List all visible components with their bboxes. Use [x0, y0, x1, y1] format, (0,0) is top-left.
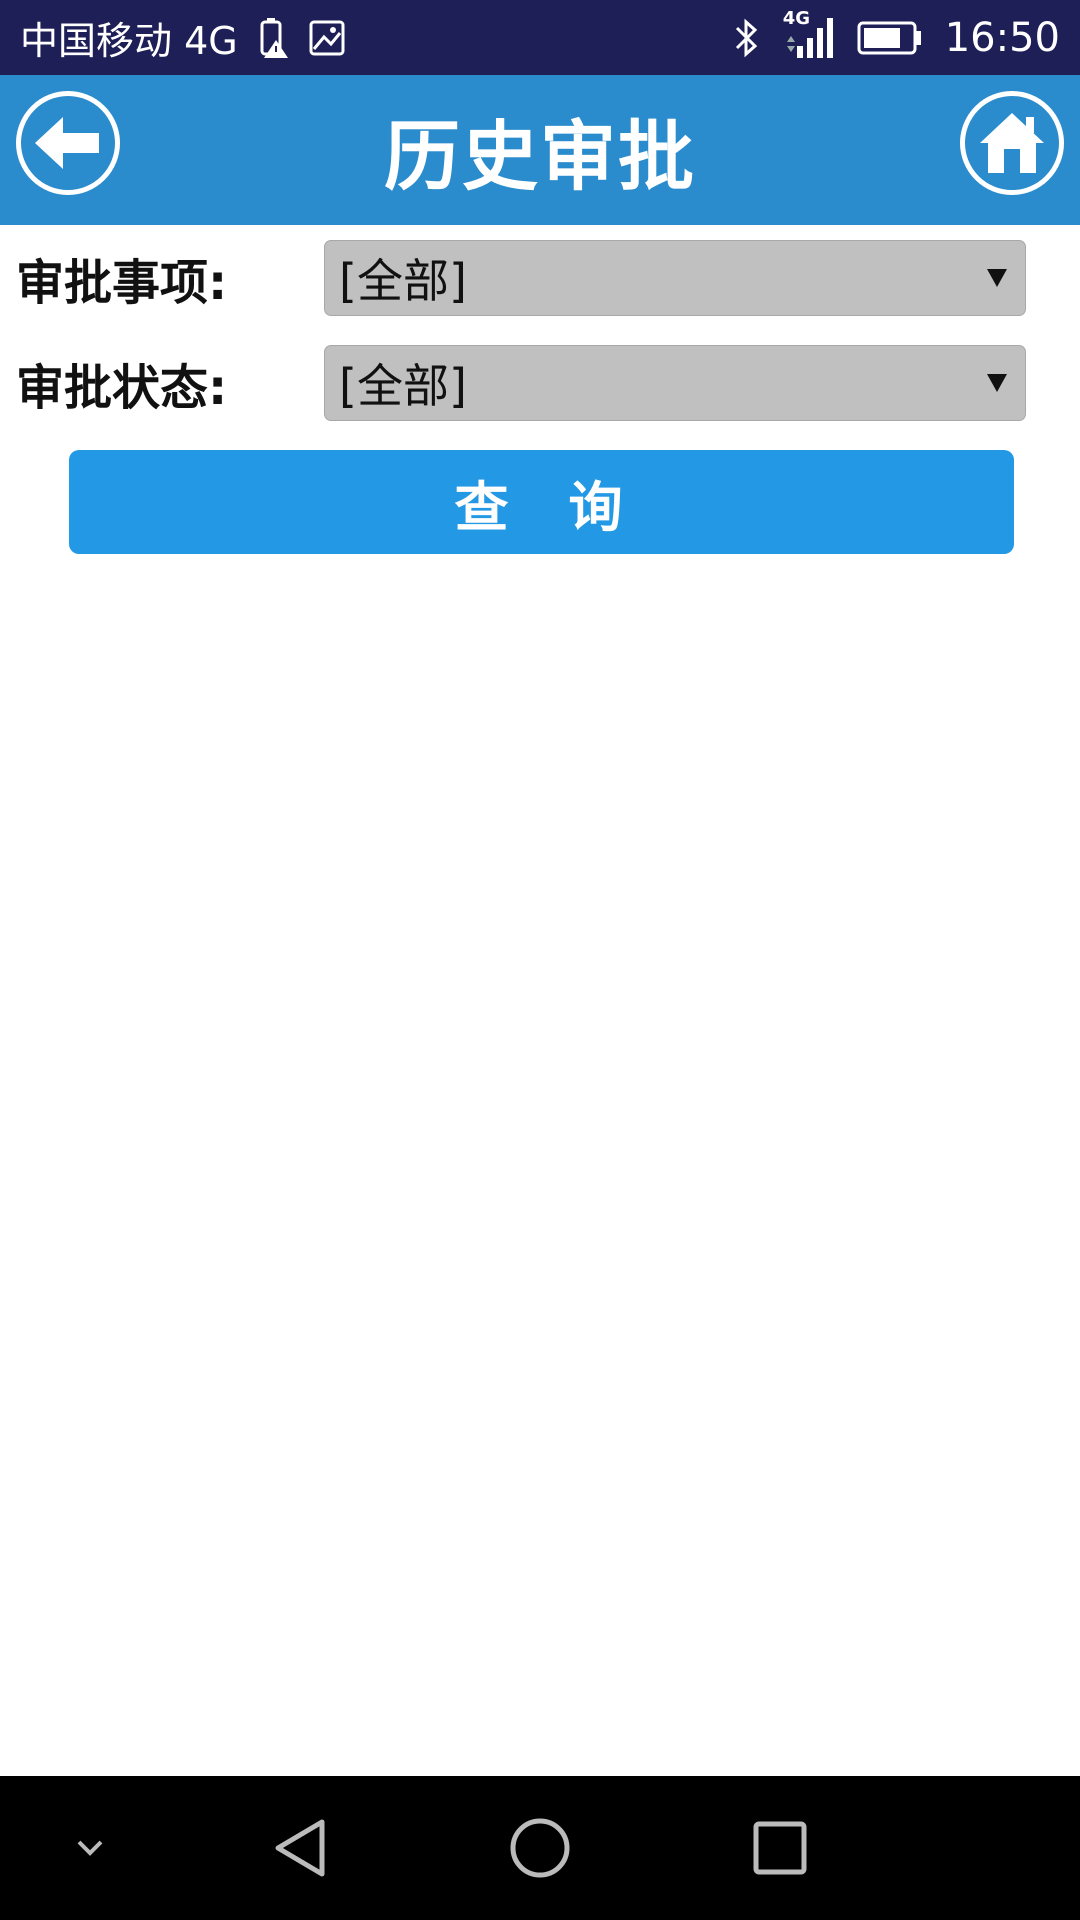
system-nav-bar — [0, 1776, 1080, 1920]
arrow-left-icon — [33, 115, 103, 171]
nav-home-button[interactable] — [490, 1776, 590, 1920]
dropdown-arrow-icon — [987, 269, 1007, 287]
home-icon — [978, 111, 1046, 175]
app-header: 历史审批 — [0, 75, 1080, 225]
gallery-icon — [308, 19, 346, 57]
status-right: 4G 16:50 — [733, 8, 1060, 61]
approval-status-value: [全部] — [339, 359, 467, 413]
page-title: 历史审批 — [384, 112, 696, 201]
bluetooth-icon — [733, 18, 761, 58]
home-circle-icon — [509, 1817, 571, 1879]
recents-square-icon — [752, 1820, 808, 1876]
approval-status-label: 审批状态: — [16, 360, 228, 416]
signal-icon: 4G — [783, 8, 835, 60]
approval-item-row: 审批事项: [全部] — [0, 240, 1080, 316]
network-badge: 4G — [782, 7, 811, 29]
approval-item-value: [全部] — [339, 254, 467, 308]
back-button[interactable] — [16, 91, 120, 195]
approval-item-select[interactable]: [全部] — [324, 240, 1026, 316]
approval-item-label: 审批事项: — [16, 255, 228, 311]
status-left: 中国移动 4G — [20, 10, 346, 65]
approval-status-select[interactable]: [全部] — [324, 345, 1026, 421]
battery-icon — [857, 21, 923, 55]
battery-alert-icon — [256, 17, 290, 58]
collapse-chevron-icon — [75, 1838, 105, 1858]
status-bar: 中国移动 4G 4G 16:50 — [0, 0, 1080, 75]
dropdown-arrow-icon — [987, 374, 1007, 392]
nav-recents-button[interactable] — [730, 1776, 830, 1920]
approval-status-row: 审批状态: [全部] — [0, 345, 1080, 421]
nav-back-button[interactable] — [250, 1776, 350, 1920]
home-button[interactable] — [960, 91, 1064, 195]
query-button[interactable]: 查询 — [69, 450, 1014, 554]
collapse-nav-button[interactable] — [40, 1776, 140, 1920]
carrier-label: 中国移动 4G — [20, 19, 238, 63]
back-triangle-icon — [272, 1818, 328, 1878]
clock: 16:50 — [944, 14, 1060, 61]
